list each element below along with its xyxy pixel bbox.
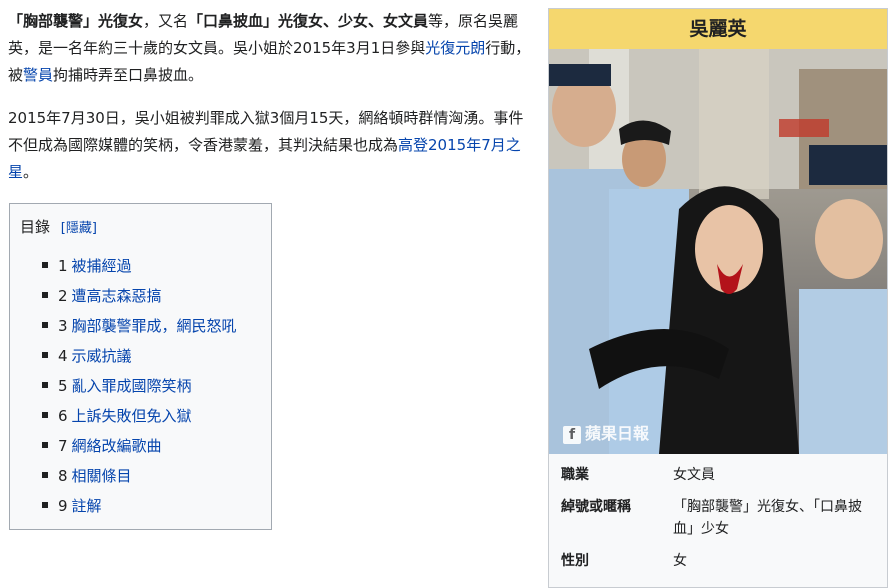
toc-item-link[interactable]: 胸部襲警罪成，網民怒吼 [72, 317, 237, 335]
toc-item[interactable]: 1 被捕經過 [42, 251, 261, 281]
toc-item[interactable]: 3 胸部襲警罪成，網民怒吼 [42, 311, 261, 341]
infobox-photo[interactable]: f 蘋果日報 [549, 49, 887, 454]
paragraph-text: 拘捕時弄至口鼻披血。 [53, 66, 204, 84]
infobox-rows: 職業 女文員綽號或暱稱 「胸部襲警」光復女、「口鼻披血」少女性別 女 [549, 454, 887, 572]
toc-item[interactable]: 8 相關條目 [42, 461, 261, 491]
toc-header: 目錄 [隱藏] [20, 216, 261, 237]
toc-item[interactable]: 2 遭高志森惡搞 [42, 281, 261, 311]
article-link[interactable]: 警員 [23, 66, 53, 84]
toc-item-number: 7 [58, 437, 68, 455]
toc-title: 目錄 [20, 218, 51, 236]
infobox-row: 性別 女 [549, 540, 887, 572]
bullet-icon [42, 291, 48, 298]
paragraph-text: 。 [23, 163, 39, 181]
toc-item-link[interactable]: 註解 [72, 497, 102, 515]
bullet-icon [42, 471, 48, 478]
infobox-row-value: 女 [673, 553, 687, 569]
intro-paragraph-1: 「胸部襲警」光復女，又名「口鼻披血」光復女、少女、女文員等，原名吳麗英，是一名年… [8, 8, 536, 89]
toc-item[interactable]: 6 上訴失敗但免入獄 [42, 401, 261, 431]
photo-caption: f 蘋果日報 [563, 420, 649, 444]
intro-paragraph-2: 2015年7月30日，吳小姐被判罪成入獄3個月15天，網絡頓時群情洶湧。事件不但… [8, 105, 536, 186]
table-of-contents: 目錄 [隱藏] 1 被捕經過 2 遭高志森惡搞 3 胸部襲警罪成，網民怒吼 4 示威抗議 5 亂入… [9, 203, 272, 530]
bullet-icon [42, 351, 48, 358]
toc-item-number: 6 [58, 407, 68, 425]
toc-item-number: 2 [58, 287, 68, 305]
infobox-row-value: 「胸部襲警」光復女、「口鼻披血」少女 [673, 499, 862, 537]
article-link[interactable]: 光復元朗 [425, 39, 485, 57]
toc-item-link[interactable]: 亂入罪成國際笑柄 [72, 377, 192, 395]
infobox-row-label: 職業 [561, 467, 589, 483]
toc-item[interactable]: 4 示威抗議 [42, 341, 261, 371]
toc-item[interactable]: 5 亂入罪成國際笑柄 [42, 371, 261, 401]
bold-term: 「胸部襲警」光復女 [8, 12, 144, 30]
toc-item-link[interactable]: 被捕經過 [72, 257, 132, 275]
article-intro: 「胸部襲警」光復女，又名「口鼻披血」光復女、少女、女文員等，原名吳麗英，是一名年… [8, 8, 536, 202]
toc-item-link[interactable]: 示威抗議 [72, 347, 132, 365]
infobox-row: 職業 女文員 [549, 454, 887, 486]
toc-item-number: 5 [58, 377, 68, 395]
toc-hide-link[interactable]: [隱藏] [61, 221, 97, 236]
infobox: 吳麗英 f 蘋果日報 職業 女文員綽號或暱稱 「胸部襲警」光復女、「口鼻披血」少女性別 [548, 8, 888, 588]
bullet-icon [42, 261, 48, 268]
infobox-row-label: 性別 [561, 553, 589, 569]
toc-item-number: 3 [58, 317, 68, 335]
toc-item[interactable]: 7 網絡改編歌曲 [42, 431, 261, 461]
toc-item-number: 9 [58, 497, 68, 515]
bold-term: 「口鼻披血」光復女、少女、女文員 [188, 12, 429, 30]
infobox-row-value: 女文員 [673, 467, 715, 483]
toc-item-number: 8 [58, 467, 68, 485]
toc-item-link[interactable]: 上訴失敗但免入獄 [72, 407, 192, 425]
bullet-icon [42, 411, 48, 418]
infobox-row: 綽號或暱稱 「胸部襲警」光復女、「口鼻披血」少女 [549, 486, 887, 540]
infobox-title: 吳麗英 [549, 9, 887, 49]
toc-item-number: 1 [58, 257, 68, 275]
photo-illustration [549, 49, 887, 454]
bullet-icon [42, 381, 48, 388]
toc-item-link[interactable]: 相關條目 [72, 467, 132, 485]
bullet-icon [42, 501, 48, 508]
facebook-icon: f [563, 426, 581, 444]
toc-item-link[interactable]: 遭高志森惡搞 [72, 287, 162, 305]
toc-item-number: 4 [58, 347, 68, 365]
toc-item-link[interactable]: 網絡改編歌曲 [72, 437, 162, 455]
infobox-row-label: 綽號或暱稱 [561, 499, 631, 515]
bullet-icon [42, 441, 48, 448]
toc-item[interactable]: 9 註解 [42, 491, 261, 521]
photo-caption-text: 蘋果日報 [585, 424, 650, 443]
toc-list: 1 被捕經過 2 遭高志森惡搞 3 胸部襲警罪成，網民怒吼 4 示威抗議 5 亂入罪成國際笑柄 6 上… [20, 251, 261, 521]
paragraph-text: ，又名 [143, 12, 189, 30]
bullet-icon [42, 321, 48, 328]
